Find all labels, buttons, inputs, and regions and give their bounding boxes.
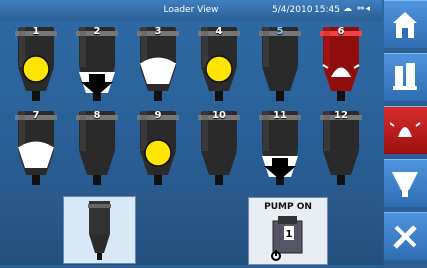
- loader-9[interactable]: 9: [130, 108, 186, 188]
- loader-number: 8: [93, 110, 101, 121]
- hopper-icon: [392, 172, 418, 197]
- loader-12[interactable]: 12: [313, 108, 369, 188]
- loader-number: 6: [337, 26, 345, 37]
- loader-number: 4: [215, 26, 223, 37]
- loader-number: 2: [93, 26, 101, 37]
- loader-8[interactable]: 8: [69, 108, 125, 188]
- loader-4[interactable]: 4: [191, 24, 247, 104]
- status-icons: ☁ ⇔◂: [343, 4, 371, 14]
- selected-loader-panel[interactable]: [63, 196, 136, 264]
- hopper-button[interactable]: [384, 159, 427, 207]
- pump-on-label: PUMP ON: [264, 202, 312, 212]
- top-bar: Loader View 5/4/2010 15:45 ☁ ⇔◂: [0, 0, 382, 21]
- loader-7[interactable]: 7: [8, 108, 64, 188]
- loader-10[interactable]: 10: [191, 108, 247, 188]
- loader-1[interactable]: 1: [8, 24, 64, 104]
- home-icon: [393, 12, 417, 38]
- loaders-button[interactable]: [384, 53, 427, 101]
- loader-number: 11: [273, 110, 287, 121]
- loader-number: 5: [276, 26, 284, 37]
- loader-grid: 1 2 3 4 5 6 7 8 9 10 11 12: [8, 24, 373, 191]
- loader-number: 3: [154, 26, 162, 37]
- selected-loader-icon: [88, 201, 111, 260]
- tools-button[interactable]: [384, 212, 427, 260]
- loader-number: 9: [154, 110, 162, 121]
- loader-2[interactable]: 2: [69, 24, 125, 104]
- loader-number: 7: [32, 110, 40, 121]
- home-button[interactable]: [384, 0, 427, 48]
- date-label: 5/4/2010: [272, 5, 313, 15]
- loaders-icon: [393, 63, 417, 90]
- loader-number: 10: [212, 110, 226, 121]
- alarm-button[interactable]: [384, 106, 427, 154]
- sidebar: [384, 0, 427, 265]
- svg-text:1: 1: [286, 229, 293, 240]
- time-label: 15:45: [314, 5, 340, 15]
- pump-status-button[interactable]: PUMP ON 1: [248, 197, 328, 265]
- loader-number: 12: [334, 110, 348, 121]
- loader-3[interactable]: 3: [130, 24, 186, 104]
- alarm-icon: [390, 122, 421, 137]
- tools-icon: [393, 225, 417, 249]
- loader-5[interactable]: 5: [252, 24, 308, 104]
- loader-11[interactable]: 11: [252, 108, 308, 188]
- loader-view-screen: Loader View 5/4/2010 15:45 ☁ ⇔◂ 1 2 3 4 …: [0, 0, 427, 265]
- loader-number: 1: [32, 26, 40, 37]
- loader-6[interactable]: 6: [313, 24, 369, 104]
